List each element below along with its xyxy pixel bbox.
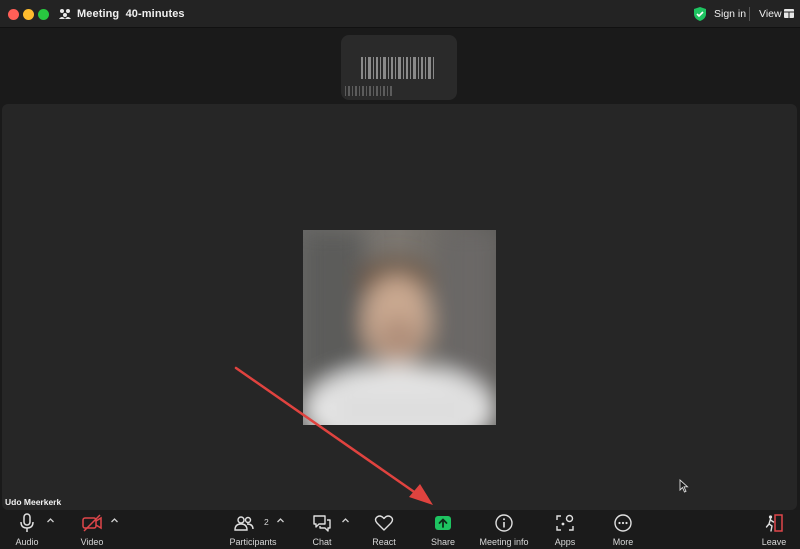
- participant-video-blurred: [303, 230, 496, 425]
- window-titlebar: Meeting 40-minutes Sign in View: [0, 0, 800, 28]
- participants-count-badge: 2: [264, 517, 269, 527]
- more-button[interactable]: More: [609, 510, 637, 549]
- sign-in-button[interactable]: Sign in: [714, 8, 746, 20]
- meeting-controls-toolbar: [0, 510, 800, 549]
- titlebar-divider: [749, 7, 750, 21]
- window-maximize-button[interactable]: [38, 9, 49, 20]
- participants-label: Participants: [229, 537, 277, 547]
- chat-options-chevron-icon[interactable]: [341, 517, 350, 524]
- mouse-cursor-icon: [679, 479, 689, 493]
- apps-button[interactable]: Apps: [551, 510, 579, 549]
- audio-button[interactable]: Audio: [10, 510, 44, 549]
- video-options-chevron-icon[interactable]: [110, 517, 119, 524]
- meeting-people-icon: [59, 9, 71, 19]
- react-button[interactable]: React: [369, 510, 399, 549]
- meeting-title-text: Meeting: [77, 8, 120, 20]
- heart-icon: [374, 515, 394, 531]
- audio-label: Audio: [15, 537, 39, 547]
- security-shield-icon[interactable]: [692, 6, 708, 22]
- window-minimize-button[interactable]: [23, 9, 34, 20]
- chat-button[interactable]: Chat: [308, 510, 336, 549]
- participants-button[interactable]: Participants: [226, 510, 280, 549]
- leave-label: Leave: [761, 537, 787, 547]
- audio-options-chevron-icon[interactable]: [46, 517, 55, 524]
- leave-button[interactable]: Leave: [760, 510, 788, 549]
- info-icon: [495, 514, 513, 532]
- apps-label: Apps: [554, 537, 576, 547]
- view-button[interactable]: View: [759, 8, 782, 20]
- participant-name-label: Udo Meerkerk: [5, 497, 62, 507]
- share-screen-icon: [435, 516, 451, 530]
- microphone-icon: [20, 513, 34, 532]
- obscured-thumbnail-image: [345, 57, 434, 96]
- meeting-info-button[interactable]: Meeting info: [476, 510, 532, 549]
- video-label: Video: [80, 537, 104, 547]
- meeting-info-label: Meeting info: [479, 537, 529, 547]
- window-close-button[interactable]: [8, 9, 19, 20]
- react-label: React: [372, 537, 396, 547]
- meeting-title: Meeting 40-minutes: [77, 8, 185, 20]
- meeting-duration: 40-minutes: [125, 8, 185, 20]
- leave-door-icon: [765, 514, 783, 532]
- video-button[interactable]: Video: [74, 510, 110, 549]
- self-view-thumbnail[interactable]: [341, 35, 457, 100]
- participants-options-chevron-icon[interactable]: [276, 517, 285, 524]
- chat-bubbles-icon: [313, 515, 331, 532]
- more-label: More: [612, 537, 634, 547]
- share-button[interactable]: Share: [428, 510, 458, 549]
- grid-view-icon[interactable]: [784, 9, 794, 18]
- apps-icon: [556, 514, 574, 531]
- participants-icon: [234, 516, 254, 531]
- share-label: Share: [430, 537, 456, 547]
- video-off-icon: [82, 514, 102, 532]
- chat-label: Chat: [312, 537, 332, 547]
- more-dots-icon: [614, 514, 632, 532]
